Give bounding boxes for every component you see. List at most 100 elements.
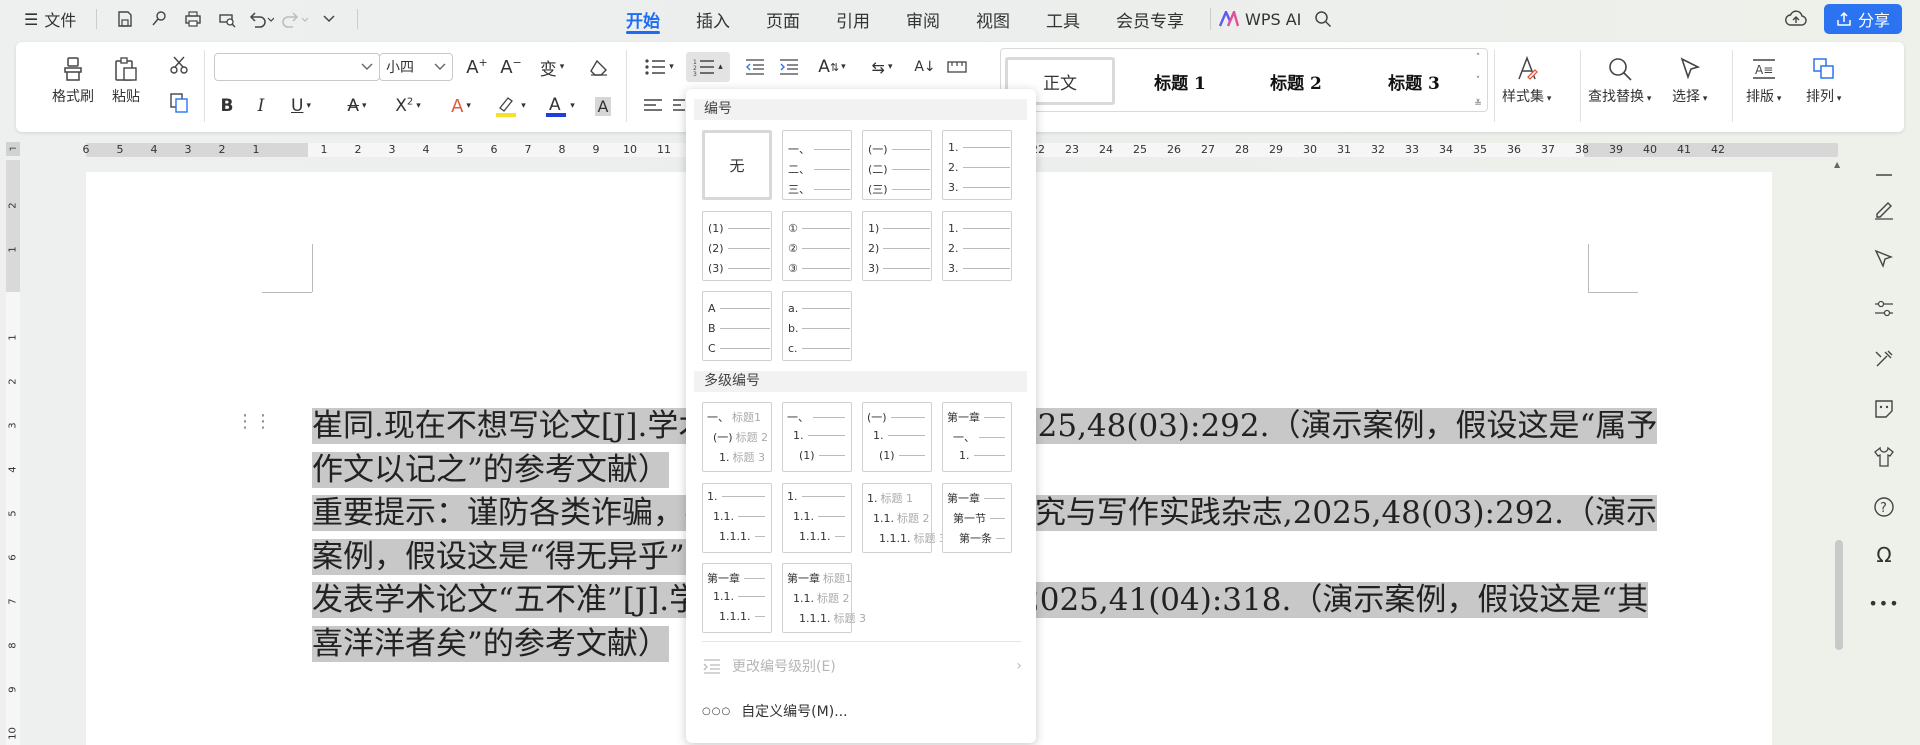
numbering-icon[interactable]: 1 2 3 ▴	[686, 52, 730, 82]
numbering-style-tile[interactable]: (一) (二) (三)	[862, 130, 932, 200]
find-replace-button[interactable]: 查找替换 ▾	[1588, 52, 1651, 106]
numbering-style-tile[interactable]: (1) (2) (3)	[702, 211, 772, 281]
multilevel-style-tile[interactable]: 一、 1. (1)	[782, 402, 852, 472]
numbering-style-tile[interactable]: 1. 2. 3.	[942, 211, 1012, 281]
print-preview-icon[interactable]	[213, 4, 241, 34]
numbering-none-tile[interactable]: 无	[702, 130, 772, 200]
numbering-style-tile[interactable]: a. b. c.	[782, 291, 852, 361]
tab-stops-icon[interactable]	[944, 54, 970, 80]
tab-insert[interactable]: 插入	[678, 0, 748, 38]
custom-numbering-item[interactable]: ○○○ 自定义编号(M)...	[702, 697, 1022, 725]
bold-icon[interactable]: B	[216, 94, 238, 118]
tile-number-label: (二)	[868, 163, 888, 176]
numbering-style-tile[interactable]: 1. 2. 3.	[942, 130, 1012, 200]
output-icon[interactable]	[145, 4, 173, 34]
phonetic-guide-icon[interactable]: 变 ▾	[532, 54, 572, 80]
italic-icon[interactable]: I	[250, 94, 272, 118]
multilevel-style-tile[interactable]: 1. 1.1. 1.1.1.	[782, 483, 852, 553]
font-color-icon[interactable]: A ▾	[540, 92, 580, 120]
multilevel-style-tile[interactable]: 第一章 第一节 第一条	[942, 483, 1012, 553]
tab-home[interactable]: 开始	[608, 0, 678, 38]
wps-ai-button[interactable]: WPS AI	[1219, 10, 1301, 29]
redo-icon[interactable]	[281, 4, 309, 34]
change-level-item[interactable]: 更改编号级别(E) ›	[702, 652, 1022, 680]
sliders-icon[interactable]	[1872, 297, 1896, 321]
sticker-icon[interactable]	[1872, 397, 1896, 421]
highlight-icon[interactable]: ▾	[490, 92, 530, 120]
share-button[interactable]: 分享	[1823, 4, 1902, 34]
pen-icon[interactable]	[1872, 197, 1896, 221]
arrange-button[interactable]: 排列 ▾	[1806, 52, 1841, 106]
select-button[interactable]: 选择 ▾	[1672, 52, 1707, 106]
underline-icon[interactable]: U ▾	[284, 94, 318, 118]
scroll-up-icon[interactable]: ▲	[1834, 160, 1840, 169]
strikethrough-icon[interactable]: A ▾	[340, 94, 374, 118]
vertical-ruler[interactable]: 2 1 1 2 3 4 5 6 7 8 9 10	[6, 160, 20, 745]
superscript-icon[interactable]: X2 ▾	[388, 94, 428, 118]
help-icon[interactable]: ?	[1872, 495, 1896, 519]
file-menu[interactable]: ☰ 文件	[18, 4, 82, 34]
sort-icon[interactable]: A↓	[912, 54, 938, 80]
tab-selector-icon[interactable]: ⌐	[6, 142, 20, 156]
multilevel-style-tile[interactable]: 1. 标题 1 1.1. 标题 2 1.1.1. 标题 3	[862, 483, 946, 553]
multilevel-style-tile[interactable]: (一) 1. (1)	[862, 402, 932, 472]
multilevel-style-tile[interactable]: 第一章 标题1 1.1. 标题 2 1.1.1. 标题 3	[782, 563, 866, 633]
numbering-style-tile[interactable]: 1) 2) 3)	[862, 211, 932, 281]
numbering-style-tile[interactable]: 一、 二、 三、	[782, 130, 852, 200]
bullets-icon[interactable]: ▾	[640, 54, 678, 80]
style-heading-1[interactable]: 标题 1	[1125, 57, 1235, 105]
tools-icon[interactable]	[1872, 347, 1896, 371]
tab-view[interactable]: 视图	[958, 0, 1028, 38]
ruler-number: 24	[1099, 143, 1113, 156]
numbering-style-tile[interactable]: ① ② ③	[782, 211, 852, 281]
decrease-indent-icon[interactable]	[742, 54, 768, 80]
undo-icon[interactable]	[247, 4, 275, 34]
cloud-upload-icon[interactable]	[1782, 4, 1810, 34]
numbering-style-tile[interactable]: ABC	[702, 291, 772, 361]
gallery-scroll[interactable]: ˄ ˅ ≚	[1471, 53, 1485, 109]
text-direction-icon[interactable]: A ⇅ ▾	[812, 54, 852, 80]
char-shading-icon[interactable]: A	[590, 94, 616, 118]
tab-review[interactable]: 审阅	[888, 0, 958, 38]
tab-member[interactable]: 会员专享	[1098, 0, 1202, 38]
font-shrink-icon[interactable]: A−	[498, 54, 524, 80]
paste-button[interactable]: 粘贴	[112, 52, 140, 106]
cut-icon[interactable]	[166, 52, 192, 78]
shirt-icon[interactable]	[1872, 445, 1896, 469]
copy-icon[interactable]	[166, 90, 194, 116]
scroll-thumb[interactable]	[1835, 540, 1843, 650]
rtl-icon[interactable]: ⇆ ▾	[862, 54, 902, 80]
eraser-icon[interactable]	[586, 54, 612, 80]
tab-tools[interactable]: 工具	[1028, 0, 1098, 38]
multilevel-style-tile[interactable]: 1. 1.1. 1.1.1.	[702, 483, 772, 553]
tab-page[interactable]: 页面	[748, 0, 818, 38]
style-heading-3[interactable]: 标题 3	[1359, 57, 1469, 105]
save-icon[interactable]	[111, 4, 139, 34]
vertical-scrollbar[interactable]: ▲	[1834, 160, 1844, 745]
layout-button[interactable]: A≡ 排版 ▾	[1746, 52, 1781, 106]
tile-line: 1.	[787, 490, 851, 503]
print-icon[interactable]	[179, 4, 207, 34]
search-icon[interactable]	[1309, 4, 1337, 34]
style-heading-2[interactable]: 标题 2	[1241, 57, 1351, 105]
style-set-button[interactable]: 样式集 ▾	[1502, 52, 1551, 106]
multilevel-style-tile[interactable]: 一、 标题1 (一) 标题 2 1. 标题 3	[702, 402, 772, 472]
multilevel-style-tile[interactable]: 第一章 一、 1.	[942, 402, 1012, 472]
font-name-select[interactable]	[214, 53, 380, 81]
more-icon[interactable]: •••	[1868, 591, 1898, 615]
omega-icon[interactable]: Ω	[1872, 543, 1896, 567]
tile-line: A	[708, 302, 776, 315]
align-left-icon[interactable]	[640, 94, 666, 118]
chevron-down-icon[interactable]	[315, 4, 343, 34]
font-size-select[interactable]: 小四	[379, 53, 453, 81]
collapse-icon[interactable]	[1872, 163, 1896, 187]
tab-references[interactable]: 引用	[818, 0, 888, 38]
divider	[204, 50, 205, 122]
font-grow-icon[interactable]: A+	[464, 54, 490, 80]
multilevel-style-tile[interactable]: 第一章 1.1. 1.1.1.	[702, 563, 772, 633]
drag-handle-icon[interactable]: ⋮⋮	[236, 413, 272, 431]
format-painter-button[interactable]: 格式刷	[52, 52, 94, 106]
cursor-icon[interactable]	[1872, 247, 1896, 271]
increase-indent-icon[interactable]	[776, 54, 802, 80]
text-effect-icon[interactable]: A ▾	[442, 94, 480, 118]
